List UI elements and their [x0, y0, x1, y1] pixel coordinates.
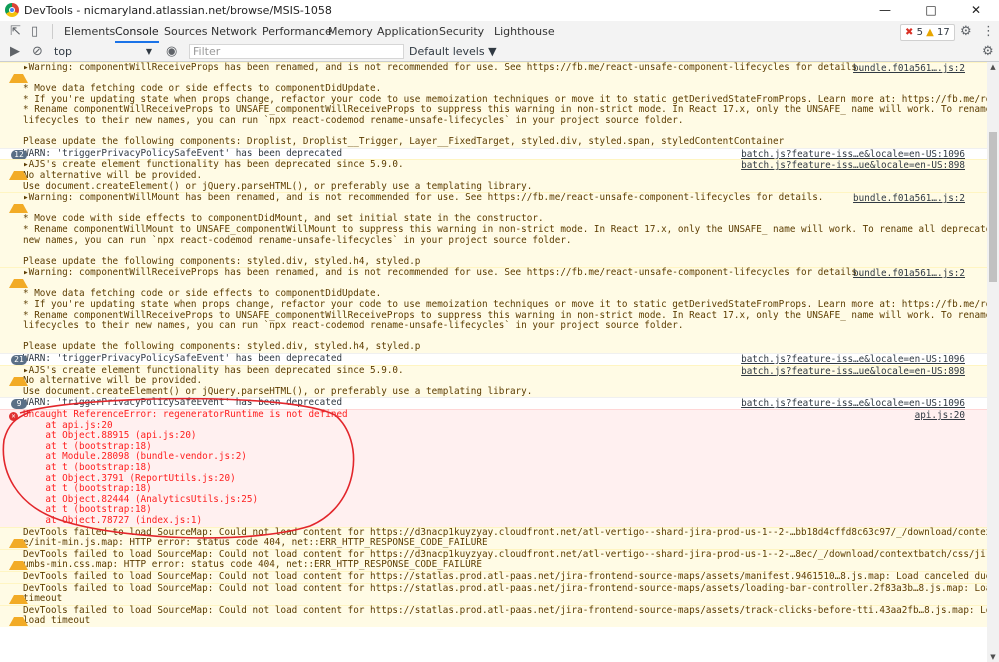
- settings-gear-icon[interactable]: ⚙: [960, 24, 972, 39]
- message-line: lifecycles to their new names, you can r…: [23, 114, 684, 126]
- tab-memory[interactable]: Memory: [328, 21, 373, 43]
- message-line: lifecycles to their new names, you can r…: [23, 320, 684, 332]
- device-toolbar-icon[interactable]: ▯: [31, 24, 38, 39]
- repeat-count-badge: 21: [11, 355, 27, 366]
- message-line: Please update the following components: …: [23, 341, 421, 353]
- source-link[interactable]: batch.js?feature-iss…ue&locale=en-US:898: [741, 161, 965, 172]
- warning-message[interactable]: ▸AJS's create element functionality has …: [0, 159, 987, 193]
- message-line: DevTools failed to load SourceMap: Could…: [23, 570, 987, 582]
- error-message[interactable]: ✕ Uncaught ReferenceError: regeneratorRun…: [0, 409, 987, 527]
- warning-triangle-icon: [9, 195, 28, 214]
- log-levels-dropdown[interactable]: Default levels ▼: [409, 44, 497, 59]
- warning-count: 17: [937, 27, 950, 38]
- message-line: Please update the following components: …: [23, 255, 421, 267]
- clear-console-icon[interactable]: ⊘: [32, 44, 43, 59]
- message-line: timeout: [23, 593, 63, 605]
- log-message[interactable]: 21 WARN: 'triggerPrivacyPolicySafeEvent' …: [0, 353, 987, 366]
- warning-message[interactable]: ▸Warning: componentWillMount has been re…: [0, 192, 987, 268]
- warning-message[interactable]: DevTools failed to load SourceMap: Could…: [0, 570, 987, 592]
- message-line: e/init-min.js.map: HTTP error: status co…: [23, 537, 488, 549]
- tab-sources[interactable]: Sources: [164, 21, 208, 43]
- warning-message[interactable]: DevTools failed to load SourceMap: Could…: [0, 548, 987, 571]
- divider: [52, 24, 53, 39]
- message-line: ▸Warning: componentWillReceiveProps has …: [23, 267, 863, 279]
- window-title: DevTools - nicmaryland.atlassian.net/bro…: [24, 4, 332, 17]
- message-line: at t (bootstrap:18): [23, 461, 152, 473]
- log-message[interactable]: 12 WARN: 'triggerPrivacyPolicySafeEvent' …: [0, 147, 987, 160]
- message-line: Use document.createElement() or jQuery.p…: [23, 385, 533, 397]
- vertical-scrollbar[interactable]: ▲ ▼: [987, 62, 999, 662]
- message-line: DevTools failed to load SourceMap: Could…: [23, 604, 987, 616]
- message-line: new names, you can run `npx react-codemo…: [23, 234, 572, 246]
- message-line: at Object.78727 (index.js:1): [23, 514, 203, 526]
- scroll-up-arrow-icon[interactable]: ▲: [989, 63, 997, 71]
- tab-network[interactable]: Network: [211, 21, 257, 43]
- warning-triangle-icon: [9, 65, 28, 83]
- context-select-value: top: [54, 45, 73, 58]
- scroll-down-arrow-icon[interactable]: ▼: [989, 653, 997, 661]
- warning-message[interactable]: ▸Warning: componentWillReceiveProps has …: [0, 62, 987, 148]
- tab-security[interactable]: Security: [439, 21, 484, 43]
- warning-triangle-icon: [9, 608, 28, 626]
- repeat-count-badge: 12: [11, 149, 27, 160]
- window-title-bar: DevTools - nicmaryland.atlassian.net/bro…: [0, 0, 999, 21]
- warning-message[interactable]: DevTools failed to load SourceMap: Could…: [0, 582, 987, 605]
- console-messages[interactable]: ▸Warning: componentWillReceiveProps has …: [0, 62, 987, 662]
- error-count-icon: ✖: [905, 27, 914, 38]
- inspect-element-icon[interactable]: ⇱: [10, 24, 21, 39]
- warning-message[interactable]: DevTools failed to load SourceMap: Could…: [0, 526, 987, 549]
- message-line: ▸Warning: componentWillReceiveProps has …: [23, 62, 863, 73]
- source-link[interactable]: api.js:20: [915, 410, 965, 422]
- warning-triangle-icon: [9, 530, 28, 548]
- error-count: 5: [916, 27, 923, 38]
- source-link[interactable]: bundle.f01a561….js:2: [853, 269, 965, 280]
- warning-message[interactable]: DevTools failed to load SourceMap: Could…: [0, 604, 987, 627]
- warning-message[interactable]: ▸AJS's create element functionality has …: [0, 364, 987, 398]
- message-line: umbs-min.css.map: HTTP error: status cod…: [23, 559, 482, 571]
- tab-console[interactable]: Console: [115, 21, 159, 43]
- filter-input[interactable]: Filter: [189, 44, 404, 59]
- message-line: No alternative will be provided.: [23, 169, 203, 181]
- message-line: load timeout: [23, 615, 91, 627]
- tab-performance[interactable]: Performance: [262, 21, 332, 43]
- repeat-count-badge: 9: [11, 399, 27, 410]
- warning-triangle-icon: [9, 552, 28, 570]
- tab-elements[interactable]: Elements: [64, 21, 115, 43]
- sidebar-toggle-icon[interactable]: ▶: [10, 44, 20, 59]
- close-window-button[interactable]: ✕: [953, 0, 999, 21]
- log-message[interactable]: 9 WARN: 'triggerPrivacyPolicySafeEvent' h…: [0, 397, 987, 410]
- source-link[interactable]: bundle.f01a561….js:2: [853, 63, 965, 75]
- maximize-button[interactable]: □: [908, 0, 954, 21]
- warning-triangle-icon: [9, 586, 28, 604]
- warning-count-icon: ▲: [926, 27, 934, 38]
- live-expression-eye-icon[interactable]: ◉: [166, 44, 177, 59]
- more-options-icon[interactable]: ⋮: [982, 24, 995, 39]
- message-line: DevTools failed to load SourceMap: Could…: [23, 582, 987, 594]
- issues-badge[interactable]: ✖ 5 ▲ 17: [900, 24, 955, 41]
- warning-message[interactable]: ▸Warning: componentWillReceiveProps has …: [0, 267, 987, 354]
- message-line: * Rename componentWillMount to UNSAFE_co…: [23, 223, 987, 235]
- message-line: Uncaught ReferenceError: regeneratorRunt…: [23, 409, 348, 420]
- devtools-tabbar: ⇱ ▯ Elements Console Sources Network Per…: [0, 21, 999, 44]
- warning-triangle-icon: [9, 368, 28, 386]
- message-line: Use document.createElement() or jQuery.p…: [23, 180, 533, 192]
- source-link[interactable]: batch.js?feature-iss…ue&locale=en-US:898: [741, 366, 965, 378]
- minimize-button[interactable]: —: [862, 0, 908, 21]
- chrome-icon: [5, 3, 19, 17]
- tab-application[interactable]: Application: [377, 21, 438, 43]
- chevron-down-icon: ▼: [145, 47, 152, 56]
- message-line: ▸Warning: componentWillMount has been re…: [23, 192, 824, 204]
- error-x-icon: ✕: [9, 412, 18, 421]
- message-line: Please update the following components: …: [23, 136, 785, 148]
- source-link[interactable]: bundle.f01a561….js:2: [853, 194, 965, 205]
- console-settings-gear-icon[interactable]: ⚙: [982, 44, 994, 59]
- console-toolbar: ▶ ⊘ top ▼ ◉ Filter Default levels ▼ ⚙: [0, 43, 999, 62]
- scrollbar-thumb[interactable]: [989, 132, 997, 282]
- context-select[interactable]: top ▼: [54, 44, 154, 59]
- warning-triangle-icon: [9, 270, 28, 289]
- warning-triangle-icon: [9, 162, 28, 181]
- tab-lighthouse[interactable]: Lighthouse: [494, 21, 555, 43]
